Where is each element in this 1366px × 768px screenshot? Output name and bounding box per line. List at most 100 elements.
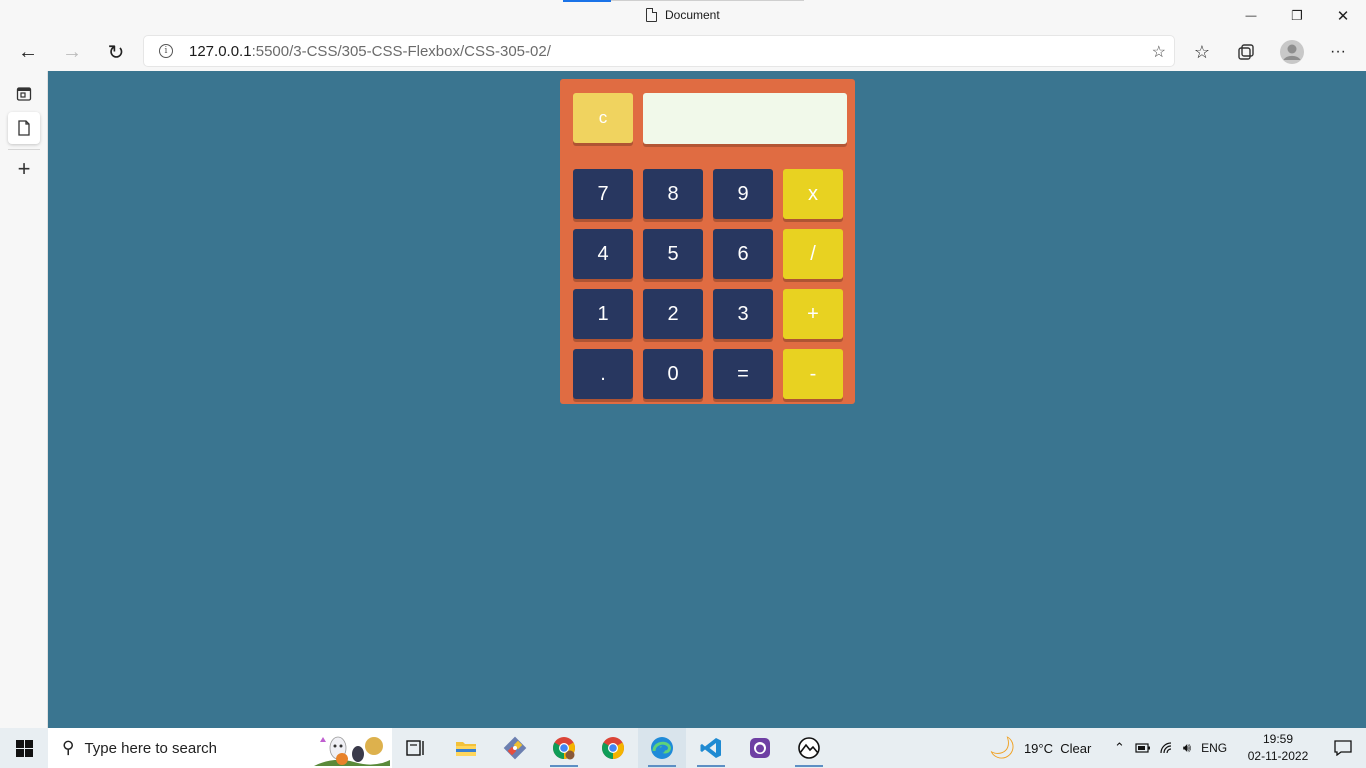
calculator-key[interactable]: 7 — [573, 169, 633, 219]
photos-app[interactable] — [785, 728, 833, 768]
vscode-icon — [700, 738, 721, 758]
calculator-key[interactable]: 9 — [713, 169, 773, 219]
url-host: 127.0.0.1 — [189, 42, 252, 60]
collections-icon — [1238, 44, 1254, 60]
search-icon: ⚲ — [62, 738, 75, 757]
windows-icon — [15, 739, 33, 757]
vscode-app[interactable] — [687, 728, 735, 768]
chrome-icon — [602, 737, 624, 759]
calculator: c 7 8 9 x 4 5 6/ 1 2 3 +. 0 = - — [560, 79, 855, 404]
forward-arrow-icon: → — [62, 40, 82, 63]
calculator-display[interactable] — [643, 93, 847, 144]
calculator-key[interactable]: 4 — [573, 229, 633, 279]
language-indicator[interactable]: ENG — [1201, 741, 1227, 755]
refresh-icon: ↻ — [107, 41, 125, 64]
operator-key[interactable]: - — [783, 349, 843, 399]
page-viewport: c 7 8 9 x 4 5 6/ 1 2 3 +. 0 = - — [48, 71, 1366, 728]
minimize-button[interactable]: — — [1228, 0, 1274, 32]
search-highlight-art-icon — [314, 736, 390, 766]
avatar-icon — [1280, 40, 1304, 64]
moon-icon: 🌙︎ — [988, 735, 1016, 760]
system-tray: ⌃ 🔊︎ ENG — [1114, 728, 1227, 768]
start-button[interactable] — [0, 728, 48, 768]
chevron-up-icon[interactable]: ⌃ — [1114, 740, 1125, 756]
task-view-icon — [406, 740, 424, 756]
photos-icon — [798, 737, 820, 759]
taskbar: ⚲ Type here to search 🌙︎ 19°C Clear ⌃ 🔊︎… — [0, 728, 1366, 768]
settings-more-button[interactable]: ··· — [1322, 36, 1354, 68]
back-button[interactable]: ← — [12, 36, 44, 68]
chrome-app[interactable] — [589, 728, 637, 768]
calculator-key[interactable]: 5 — [643, 229, 703, 279]
taskbar-search[interactable]: ⚲ Type here to search — [48, 728, 392, 768]
calculator-key[interactable]: 6 — [713, 229, 773, 279]
battery-icon[interactable] — [1135, 742, 1151, 754]
add-favorite-icon[interactable]: ☆ — [1152, 42, 1166, 62]
plus-icon: + — [17, 156, 31, 181]
calculator-key[interactable]: 0 — [643, 349, 703, 399]
site-info-icon[interactable]: i — [159, 44, 173, 58]
clock-time: 19:59 — [1262, 732, 1294, 746]
notification-icon — [1334, 740, 1352, 756]
title-bar: Document — ❐ ✕ — [0, 0, 1366, 32]
vertical-tabs-sidebar: + — [0, 71, 48, 728]
calculator-key[interactable]: 8 — [643, 169, 703, 219]
file-explorer-app[interactable] — [442, 728, 490, 768]
calculator-key[interactable]: 2 — [643, 289, 703, 339]
chrome-profile-app[interactable] — [540, 728, 588, 768]
window-title: Document — [646, 8, 720, 22]
notifications-button[interactable] — [1320, 728, 1366, 768]
folder-icon — [456, 742, 476, 756]
calculator-key[interactable]: 3 — [713, 289, 773, 339]
tab-actions-icon — [16, 87, 32, 101]
divider — [8, 149, 40, 150]
more-icon: ··· — [1330, 43, 1346, 60]
weather-widget[interactable]: 🌙︎ 19°C Clear — [988, 728, 1091, 768]
wifi-icon[interactable] — [1159, 741, 1175, 755]
calculator-key[interactable]: = — [713, 349, 773, 399]
tab-actions-button[interactable] — [8, 78, 40, 110]
document-icon — [18, 120, 30, 136]
calculator-key[interactable]: . — [573, 349, 633, 399]
refresh-button[interactable]: ↻ — [100, 36, 132, 68]
weather-text: 19°C Clear — [1023, 740, 1092, 756]
collections-button[interactable] — [1230, 36, 1262, 68]
task-view-button[interactable] — [392, 728, 440, 768]
clock-date: 02-11-2022 — [1247, 749, 1309, 763]
close-icon: ✕ — [1336, 8, 1350, 25]
edge-app[interactable] — [638, 728, 686, 768]
clear-button[interactable]: c — [573, 93, 633, 143]
speaker-icon[interactable]: 🔊︎ — [1183, 740, 1191, 756]
navigation-bar: ← → ↻ i 127.0.0.1:5500/3-CSS/305-CSS-Fle… — [0, 32, 1366, 71]
favorites-icon: ☆ — [1193, 41, 1211, 62]
url-text[interactable]: 127.0.0.1:5500/3-CSS/305-CSS-Flexbox/CSS… — [189, 43, 551, 60]
active-tab-indicator — [563, 0, 611, 2]
restore-icon: ❐ — [1291, 8, 1303, 23]
github-desktop-app[interactable] — [736, 728, 784, 768]
close-window-button[interactable]: ✕ — [1320, 0, 1366, 32]
window-title-text: Document — [665, 8, 720, 22]
new-tab-button[interactable]: + — [8, 153, 40, 185]
back-arrow-icon: ← — [18, 40, 38, 63]
profile-button[interactable] — [1276, 36, 1308, 68]
github-icon — [750, 738, 770, 758]
git-icon — [503, 736, 527, 760]
tab-document[interactable] — [8, 112, 40, 144]
document-icon — [646, 8, 657, 22]
calculator-key[interactable]: 1 — [573, 289, 633, 339]
tab-strip-line — [611, 0, 804, 1]
favorites-button[interactable]: ☆ — [1186, 36, 1218, 68]
operator-key[interactable]: x — [783, 169, 843, 219]
operator-key[interactable]: / — [783, 229, 843, 279]
operator-key[interactable]: + — [783, 289, 843, 339]
url-path: :5500/3-CSS/305-CSS-Flexbox/CSS-305-02/ — [251, 42, 551, 60]
git-app[interactable] — [491, 728, 539, 768]
address-bar[interactable]: i 127.0.0.1:5500/3-CSS/305-CSS-Flexbox/C… — [144, 36, 1174, 66]
chrome-icon — [553, 737, 575, 760]
search-placeholder: Type here to search — [84, 739, 218, 757]
clock[interactable]: 19:59 02-11-2022 — [1244, 731, 1312, 765]
restore-button[interactable]: ❐ — [1274, 0, 1320, 32]
forward-button[interactable]: → — [56, 36, 88, 68]
edge-icon — [651, 737, 673, 759]
minimize-icon: — — [1245, 10, 1257, 22]
